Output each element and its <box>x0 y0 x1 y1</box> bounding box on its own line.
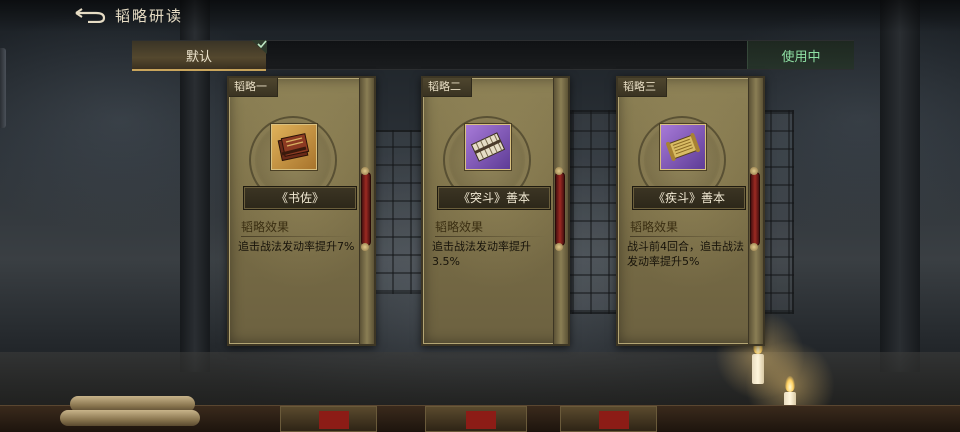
side-drawer-handle[interactable] <box>0 48 6 128</box>
divider <box>241 236 353 237</box>
book-prop-icon <box>560 406 657 432</box>
rail-scroll-bar <box>361 167 371 251</box>
card-rail <box>553 78 568 344</box>
book-prop-icon <box>280 406 377 432</box>
checkmark-icon <box>251 40 267 54</box>
slot-label: 韬略一 <box>229 78 278 97</box>
in-use-button[interactable]: 使用中 <box>747 41 854 69</box>
back-arrow-icon <box>74 7 106 23</box>
card-rail <box>748 78 763 344</box>
in-use-label: 使用中 <box>781 49 821 65</box>
game-screen: 韬略研读 默认 使用中 韬略一 《书佐》 韬略效果 追击战法发动率提升7% 韬略… <box>0 0 960 432</box>
rail-scroll-bar <box>555 167 565 251</box>
effect-title: 韬略效果 <box>241 220 290 234</box>
strategy-card[interactable]: 韬略三 《疾斗》善本 韬略效果 战斗前4回合，追击战法发动率提升5% <box>616 76 765 346</box>
book-bundle-icon[interactable] <box>271 124 317 170</box>
page-title: 韬略研读 <box>115 7 184 25</box>
candle-icon <box>752 354 764 384</box>
preset-tab-bar: 默认 使用中 <box>132 40 854 71</box>
effect-title: 韬略效果 <box>630 220 679 234</box>
strategy-card[interactable]: 韬略二 《突斗》善本 韬略效果 追击战法发动率提升3.5% <box>421 76 570 346</box>
rail-scroll-bar <box>750 167 760 251</box>
effect-description: 追击战法发动率提升7% <box>238 240 355 253</box>
tab-default-label: 默认 <box>185 49 212 65</box>
background-pillar <box>880 0 920 372</box>
effect-title: 韬略效果 <box>435 220 484 234</box>
back-button[interactable] <box>70 4 110 26</box>
scroll-prop-icon <box>60 410 200 426</box>
header-bar: 韬略研读 <box>0 0 960 32</box>
item-name-plate: 《突斗》善本 <box>437 186 551 210</box>
bamboo-slips-icon[interactable] <box>465 124 511 170</box>
strategy-card[interactable]: 韬略一 《书佐》 韬略效果 追击战法发动率提升7% <box>227 76 376 346</box>
slot-label: 韬略二 <box>423 78 472 97</box>
divider <box>630 236 742 237</box>
card-rail <box>359 78 374 344</box>
slot-label: 韬略三 <box>618 78 667 97</box>
tab-default[interactable]: 默认 <box>132 40 267 71</box>
item-name-plate: 《疾斗》善本 <box>632 186 746 210</box>
flame-icon <box>785 376 795 392</box>
scroll-bundle-icon[interactable] <box>660 124 706 170</box>
effect-description: 战斗前4回合，追击战法发动率提升5% <box>627 240 744 268</box>
divider <box>435 236 547 237</box>
effect-description: 追击战法发动率提升3.5% <box>432 240 531 268</box>
book-prop-icon <box>425 406 527 432</box>
item-name-plate: 《书佐》 <box>243 186 357 210</box>
